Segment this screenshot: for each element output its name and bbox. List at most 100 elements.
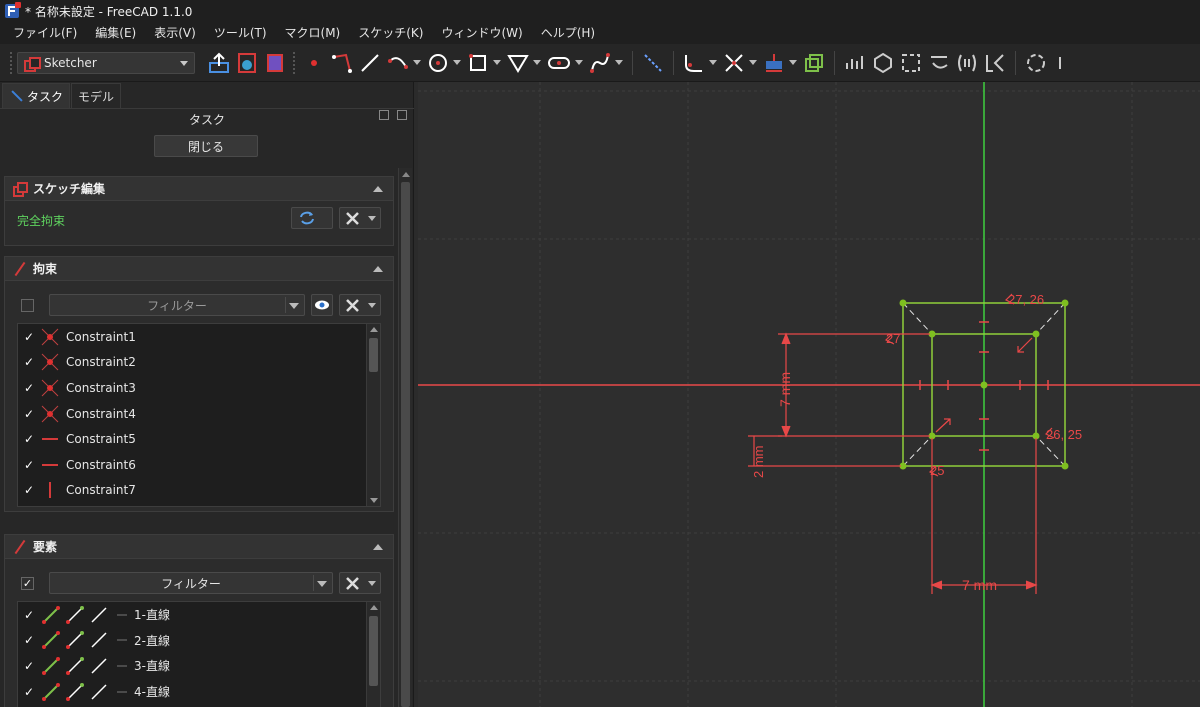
constrain-equal-button[interactable]	[955, 49, 979, 77]
bspline-tool-button[interactable]	[588, 49, 612, 77]
list-item[interactable]: ✓ 1-直線	[18, 602, 380, 628]
point-tool-button[interactable]	[302, 49, 326, 77]
restore-icon[interactable]	[397, 110, 407, 120]
menu-view[interactable]: 表示(V)	[145, 22, 205, 44]
sketch-viewport[interactable]: 7 mm 2 mm 7 mm 27, 26 27 26, 25 25	[418, 82, 1200, 707]
dim-horizontal-label[interactable]: 7 mm	[962, 577, 997, 593]
checkmark-icon[interactable]: ✓	[20, 355, 38, 369]
menu-tools[interactable]: ツール(T)	[205, 22, 276, 44]
dim-vertical-label[interactable]: 7 mm	[777, 372, 793, 407]
constrain-dimension-button[interactable]	[899, 49, 923, 77]
list-item[interactable]: ✓ Constraint7	[18, 478, 380, 504]
arc-dropdown-icon[interactable]	[413, 60, 421, 65]
list-item[interactable]: ✓ 4-直線	[18, 679, 380, 705]
construction-toggle-button[interactable]	[641, 49, 665, 77]
list-item[interactable]: ✓ 3-直線	[18, 653, 380, 679]
visibility-button[interactable]	[311, 294, 333, 316]
element-list-scrollbar[interactable]	[366, 602, 380, 707]
checkmark-icon[interactable]: ✓	[20, 608, 38, 622]
constrain-tangent-button[interactable]	[927, 49, 951, 77]
toolbar-grip[interactable]	[10, 51, 13, 74]
workbench-selector[interactable]: Sketcher	[17, 51, 195, 74]
sketch-edit-header[interactable]: スケッチ編集	[5, 177, 393, 201]
list-item[interactable]: ✓ 2-直線	[18, 628, 380, 654]
checkmark-icon[interactable]: ✓	[20, 381, 38, 395]
scroll-thumb[interactable]	[369, 338, 378, 372]
menu-window[interactable]: ウィンドウ(W)	[432, 22, 531, 44]
trim-dropdown-icon[interactable]	[749, 60, 757, 65]
checkmark-icon[interactable]: ✓	[20, 407, 38, 421]
collapse-icon[interactable]	[373, 266, 383, 272]
element-settings-button[interactable]	[339, 572, 381, 594]
view-section-button[interactable]	[263, 49, 287, 77]
constrain-block-button[interactable]	[871, 49, 895, 77]
constraints-header[interactable]: 拘束	[5, 257, 393, 281]
checkmark-icon[interactable]: ✓	[20, 458, 38, 472]
collapse-icon[interactable]	[373, 544, 383, 550]
external-geometry-button[interactable]	[762, 49, 786, 77]
line-tool-button[interactable]	[358, 49, 382, 77]
constraint-list-scrollbar[interactable]	[366, 324, 380, 506]
checkmark-icon[interactable]: ✓	[20, 483, 38, 497]
checkmark-icon[interactable]: ✓	[20, 685, 38, 699]
tab-model[interactable]: モデル	[71, 83, 122, 108]
list-item[interactable]: ✓ Constraint5	[18, 426, 380, 452]
scroll-up-icon[interactable]	[370, 605, 378, 610]
menu-help[interactable]: ヘルプ(H)	[532, 22, 604, 44]
checkmark-icon[interactable]: ✓	[20, 659, 38, 673]
scroll-up-icon[interactable]	[402, 172, 410, 177]
small-dimension[interactable]	[748, 435, 901, 467]
more-tools-button[interactable]	[1052, 49, 1076, 77]
scroll-down-icon[interactable]	[370, 498, 378, 503]
element-filter-dropdown[interactable]: フィルター	[49, 572, 333, 594]
checkmark-icon[interactable]: ✓	[20, 330, 38, 344]
list-item[interactable]: ✓ Constraint1	[18, 324, 380, 350]
view-sketch-button[interactable]	[235, 49, 259, 77]
polygon-tool-button[interactable]	[506, 49, 530, 77]
checkmark-icon[interactable]: ✓	[20, 432, 38, 446]
list-item[interactable]: ✓ Constraint4	[18, 401, 380, 427]
constrain-coincident-button[interactable]	[843, 49, 867, 77]
circle-dropdown-icon[interactable]	[453, 60, 461, 65]
close-button[interactable]: 閉じる	[154, 135, 258, 157]
carbon-copy-button[interactable]	[802, 49, 826, 77]
polygon-dropdown-icon[interactable]	[533, 60, 541, 65]
rectangle-tool-button[interactable]	[466, 49, 490, 77]
elements-header[interactable]: 要素	[5, 535, 393, 559]
slot-dropdown-icon[interactable]	[575, 60, 583, 65]
menu-sketch[interactable]: スケッチ(K)	[349, 22, 432, 44]
scroll-up-icon[interactable]	[370, 327, 378, 332]
tab-tasks[interactable]: タスク	[2, 83, 71, 108]
circle-tool-button[interactable]	[426, 49, 450, 77]
panel-scrollbar[interactable]	[398, 168, 412, 707]
collapse-icon[interactable]	[373, 186, 383, 192]
select-constraints-button[interactable]	[1024, 49, 1048, 77]
menu-macro[interactable]: マクロ(M)	[276, 22, 350, 44]
toolbar-grip[interactable]	[293, 51, 296, 74]
arc-tool-button[interactable]	[386, 49, 410, 77]
checkmark-icon[interactable]: ✓	[20, 633, 38, 647]
constraint-filter-dropdown[interactable]: フィルター	[49, 294, 305, 316]
label-27-26[interactable]: 27, 26	[1008, 292, 1044, 307]
external-dropdown-icon[interactable]	[789, 60, 797, 65]
rectangle-dropdown-icon[interactable]	[493, 60, 501, 65]
edit-settings-button[interactable]	[339, 207, 381, 229]
list-item[interactable]: ✓ Constraint6	[18, 452, 380, 478]
float-icon[interactable]	[379, 110, 389, 120]
menu-edit[interactable]: 編集(E)	[86, 22, 145, 44]
elements-select-all-checkbox[interactable]: ✓	[21, 577, 34, 590]
list-item[interactable]: ✓ Constraint3	[18, 375, 380, 401]
refresh-button[interactable]	[291, 207, 333, 229]
leave-sketch-button[interactable]	[207, 49, 231, 77]
polyline-tool-button[interactable]	[330, 49, 354, 77]
sketch-canvas[interactable]: 7 mm 2 mm 7 mm 27, 26 27 26, 25 25	[418, 82, 1200, 707]
scroll-thumb[interactable]	[369, 616, 378, 686]
bspline-dropdown-icon[interactable]	[615, 60, 623, 65]
constraints-select-all-checkbox[interactable]	[21, 299, 34, 312]
trim-tool-button[interactable]	[722, 49, 746, 77]
slot-tool-button[interactable]	[546, 49, 572, 77]
fillet-tool-button[interactable]	[682, 49, 706, 77]
constrain-symmetric-button[interactable]	[983, 49, 1007, 77]
fillet-dropdown-icon[interactable]	[709, 60, 717, 65]
menu-file[interactable]: ファイル(F)	[4, 22, 86, 44]
